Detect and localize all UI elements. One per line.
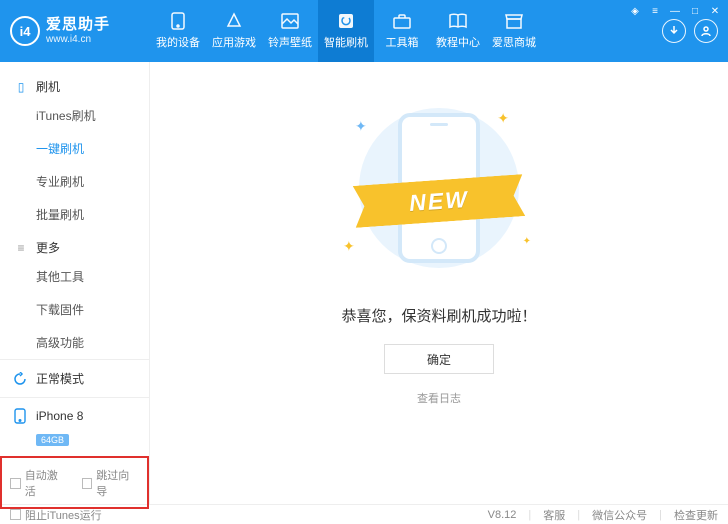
sidebar: ▯ 刷机 iTunes刷机 一键刷机 专业刷机 批量刷机 ≡ 更多 其他工具 下… <box>0 62 150 504</box>
sidebar-section-label: 刷机 <box>36 78 60 95</box>
options-row: 自动激活 跳过向导 <box>0 456 149 509</box>
toolbox-icon <box>392 12 412 30</box>
auto-activate-checkbox[interactable]: 自动激活 <box>10 467 68 499</box>
checkbox-label: 阻止iTunes运行 <box>25 507 102 523</box>
nav-label: 工具箱 <box>386 34 419 50</box>
view-log-link[interactable]: 查看日志 <box>417 390 461 406</box>
flash-icon <box>336 12 356 30</box>
success-message: 恭喜您，保资料刷机成功啦！ <box>341 305 536 326</box>
nav-label: 教程中心 <box>436 34 480 50</box>
ok-button[interactable]: 确定 <box>384 344 494 374</box>
mode-card[interactable]: 正常模式 <box>0 360 149 397</box>
wallpaper-icon <box>280 12 300 30</box>
sidebar-item-other[interactable]: 其他工具 <box>0 260 149 293</box>
checkbox-icon <box>10 509 21 520</box>
spark-icon: ✦ <box>497 110 509 127</box>
storage-badge: 64GB <box>36 434 69 446</box>
version-label: V8.12 <box>488 509 517 521</box>
nav-label: 铃声壁纸 <box>268 34 312 50</box>
mode-label: 正常模式 <box>36 370 84 387</box>
store-icon <box>504 12 524 30</box>
shirt-icon[interactable]: ◈ <box>628 4 642 18</box>
apps-icon <box>224 12 244 30</box>
window-controls: ◈ ≡ — □ ✕ <box>628 4 722 18</box>
wechat-link[interactable]: 微信公众号 <box>592 507 647 523</box>
brand-title: 爱思助手 <box>46 16 110 34</box>
sidebar-item-advanced[interactable]: 高级功能 <box>0 326 149 359</box>
nav-flash[interactable]: 智能刷机 <box>318 0 374 62</box>
more-icon: ≡ <box>14 241 28 255</box>
sidebar-section-label: 更多 <box>36 239 60 256</box>
update-link[interactable]: 检查更新 <box>674 507 718 523</box>
nav-label: 应用游戏 <box>212 34 256 50</box>
nav-store[interactable]: 爱思商城 <box>486 0 542 62</box>
nav-toolbox[interactable]: 工具箱 <box>374 0 430 62</box>
skip-guide-checkbox[interactable]: 跳过向导 <box>82 467 140 499</box>
maximize-icon[interactable]: □ <box>688 4 702 18</box>
menu-icon[interactable]: ≡ <box>648 4 662 18</box>
minimize-icon[interactable]: — <box>668 4 682 18</box>
sidebar-item-pro[interactable]: 专业刷机 <box>0 165 149 198</box>
support-link[interactable]: 客服 <box>543 507 565 523</box>
block-itunes-checkbox[interactable]: 阻止iTunes运行 <box>10 507 102 523</box>
device-name: iPhone 8 <box>36 409 83 423</box>
nav-label: 爱思商城 <box>492 34 536 50</box>
app-header: i4 爱思助手 www.i4.cn 我的设备 应用游戏 铃声壁纸 智能刷机 工具… <box>0 0 728 62</box>
nav-tutorial[interactable]: 教程中心 <box>430 0 486 62</box>
nav-ringtones[interactable]: 铃声壁纸 <box>262 0 318 62</box>
close-icon[interactable]: ✕ <box>708 4 722 18</box>
spark-icon: ✦ <box>343 238 355 255</box>
sidebar-item-batch[interactable]: 批量刷机 <box>0 198 149 231</box>
phone-small-icon: ▯ <box>14 80 28 94</box>
divider: | <box>659 509 662 521</box>
book-icon <box>448 12 468 30</box>
nav-label: 我的设备 <box>156 34 200 50</box>
phone-icon <box>168 12 188 30</box>
sidebar-item-itunes[interactable]: iTunes刷机 <box>0 99 149 132</box>
divider: | <box>528 509 531 521</box>
checkbox-icon <box>10 478 21 489</box>
refresh-icon <box>12 372 28 386</box>
checkbox-icon <box>82 478 93 489</box>
download-button[interactable] <box>662 19 686 43</box>
main-content: NEW ✦ ✦ ✦ ✦ 恭喜您，保资料刷机成功啦！ 确定 查看日志 <box>150 62 728 504</box>
brand-url: www.i4.cn <box>46 34 110 46</box>
nav-label: 智能刷机 <box>324 34 368 50</box>
nav-apps[interactable]: 应用游戏 <box>206 0 262 62</box>
nav-device[interactable]: 我的设备 <box>150 0 206 62</box>
divider: | <box>577 509 580 521</box>
top-nav: 我的设备 应用游戏 铃声壁纸 智能刷机 工具箱 教程中心 爱思商城 <box>150 0 662 62</box>
sidebar-item-download[interactable]: 下载固件 <box>0 293 149 326</box>
sidebar-section-more[interactable]: ≡ 更多 <box>0 231 149 260</box>
brand: i4 爱思助手 www.i4.cn <box>0 0 150 62</box>
sidebar-item-oneclick[interactable]: 一键刷机 <box>0 132 149 165</box>
spark-icon: ✦ <box>355 118 367 135</box>
user-button[interactable] <box>694 19 718 43</box>
checkbox-label: 跳过向导 <box>96 467 139 499</box>
spark-icon: ✦ <box>523 236 531 247</box>
checkbox-label: 自动激活 <box>25 467 68 499</box>
sidebar-section-flash[interactable]: ▯ 刷机 <box>0 70 149 99</box>
success-illustration: NEW ✦ ✦ ✦ ✦ <box>329 100 549 275</box>
brand-logo-icon: i4 <box>10 16 40 46</box>
device-icon <box>12 408 28 424</box>
device-card[interactable]: iPhone 8 64GB <box>0 397 149 456</box>
